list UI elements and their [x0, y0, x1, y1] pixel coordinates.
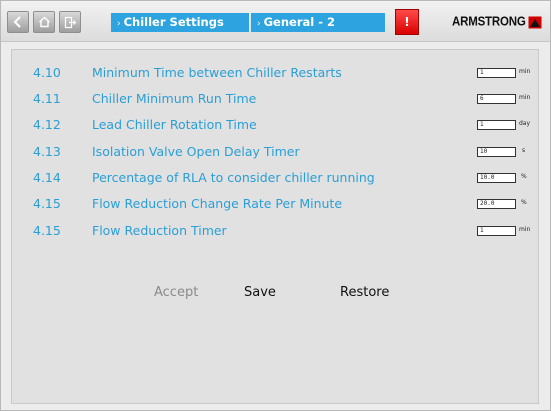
setting-value-input[interactable]: 10.0	[477, 173, 516, 183]
alert-icon: !	[404, 15, 410, 29]
back-icon	[13, 16, 21, 28]
setting-unit: %	[521, 199, 527, 206]
setting-unit: min	[519, 68, 531, 75]
restore-button[interactable]: Restore	[340, 285, 389, 301]
setting-unit: s	[522, 147, 526, 154]
settings-panel: 4.10 Minimum Time between Chiller Restar…	[11, 49, 539, 404]
exit-button[interactable]	[59, 11, 81, 33]
setting-value-input[interactable]: 10	[477, 147, 516, 157]
setting-row: 4.11 Chiller Minimum Run Time 6 min	[12, 89, 540, 109]
brand-mark-icon	[528, 16, 542, 28]
exit-icon	[64, 16, 76, 28]
save-button[interactable]: Save	[244, 285, 276, 301]
setting-row: 4.13 Isolation Valve Open Delay Timer 10…	[12, 142, 540, 162]
setting-number: 4.13	[33, 144, 61, 159]
accept-button[interactable]: Accept	[154, 285, 198, 301]
back-button[interactable]	[7, 11, 29, 33]
setting-value-input[interactable]: 1	[477, 120, 516, 130]
breadcrumb-chiller-settings[interactable]: › Chiller Settings	[111, 13, 249, 32]
alert-button[interactable]: !	[395, 9, 419, 35]
setting-row: 4.12 Lead Chiller Rotation Time 1 day	[12, 115, 540, 135]
chevron-right-icon: ›	[117, 19, 121, 29]
setting-label: Chiller Minimum Run Time	[92, 91, 257, 106]
home-button[interactable]	[33, 11, 55, 33]
setting-value-input[interactable]: 1	[477, 226, 516, 236]
home-icon	[38, 16, 50, 28]
setting-label: Flow Reduction Change Rate Per Minute	[92, 196, 343, 211]
setting-row: 4.14 Percentage of RLA to consider chill…	[12, 168, 540, 188]
setting-label: Flow Reduction Timer	[92, 223, 227, 238]
setting-label: Isolation Valve Open Delay Timer	[92, 144, 300, 159]
setting-number: 4.10	[33, 65, 61, 80]
breadcrumb-label: General - 2	[263, 15, 335, 29]
setting-unit: %	[521, 173, 527, 180]
setting-row: 4.15 Flow Reduction Change Rate Per Minu…	[12, 194, 540, 214]
setting-number: 4.15	[33, 223, 61, 238]
breadcrumb-general-2[interactable]: › General - 2	[251, 13, 385, 32]
setting-value-input[interactable]: 1	[477, 68, 516, 78]
setting-label: Percentage of RLA to consider chiller ru…	[92, 170, 375, 185]
setting-unit: min	[519, 226, 531, 233]
chevron-right-icon: ›	[257, 19, 261, 29]
app-window: › Chiller Settings › General - 2 ! ARMSTRO…	[0, 0, 551, 411]
setting-row: 4.15 Flow Reduction Timer 1 min	[12, 221, 540, 241]
armstrong-logo: ARMSTRONG	[452, 13, 542, 31]
setting-number: 4.14	[33, 170, 61, 185]
setting-unit: day	[519, 120, 531, 127]
setting-number: 4.12	[33, 117, 61, 132]
brand-name: ARMSTRONG	[452, 15, 526, 29]
breadcrumb-label: Chiller Settings	[123, 15, 224, 29]
setting-number: 4.11	[33, 91, 61, 106]
setting-number: 4.15	[33, 196, 61, 211]
setting-value-input[interactable]: 20.0	[477, 199, 516, 209]
setting-row: 4.10 Minimum Time between Chiller Restar…	[12, 63, 540, 83]
setting-label: Minimum Time between Chiller Restarts	[92, 65, 342, 80]
setting-label: Lead Chiller Rotation Time	[92, 117, 257, 132]
setting-unit: min	[519, 94, 531, 101]
top-toolbar: › Chiller Settings › General - 2 ! ARMSTRO…	[1, 1, 550, 42]
setting-value-input[interactable]: 6	[477, 94, 516, 104]
